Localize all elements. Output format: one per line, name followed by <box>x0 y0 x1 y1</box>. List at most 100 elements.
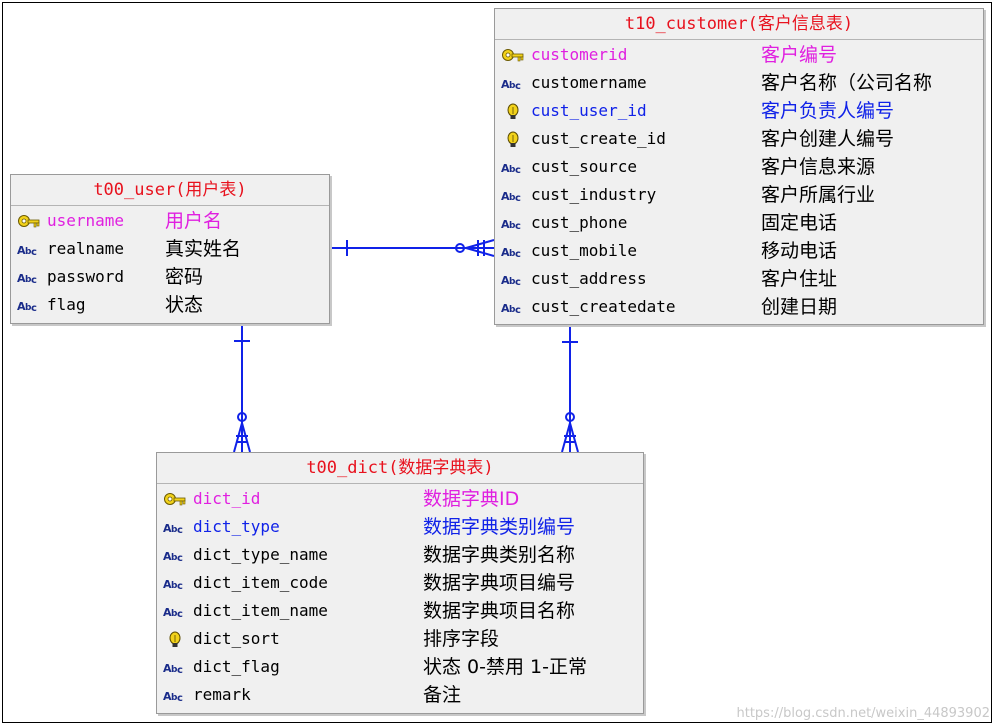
text-type-icon: Abc <box>163 658 187 676</box>
field-row[interactable]: Ab c dict_flag 状态 0-禁用 1-正常 <box>157 653 643 681</box>
field-description: 用户名 <box>165 210 223 232</box>
svg-text:c: c <box>177 665 183 676</box>
watermark: https://blog.csdn.net/weixin_44893902 <box>736 706 990 721</box>
field-row[interactable]: Ab c cust_phone 固定电话 <box>495 209 983 237</box>
entity-title: t00_dict(数据字典表) <box>157 453 643 484</box>
svg-text:c: c <box>515 165 521 176</box>
field-description: 数据字典类别名称 <box>423 544 576 566</box>
field-description: 移动电话 <box>761 240 838 262</box>
field-description: 排序字段 <box>423 628 500 650</box>
field-name: remark <box>193 685 251 704</box>
text-type-icon: Abc <box>163 686 187 704</box>
field-name: cust_industry <box>531 185 657 204</box>
field-row[interactable]: username 用户名 <box>11 207 329 235</box>
svg-text:c: c <box>515 277 521 288</box>
field-description: 固定电话 <box>761 212 838 234</box>
svg-text:c: c <box>515 249 521 260</box>
text-type-icon: Abc <box>17 240 41 258</box>
svg-text:c: c <box>515 81 521 92</box>
text-type-icon: Abc <box>501 186 525 204</box>
field-description: 客户住址 <box>761 268 838 290</box>
field-row[interactable]: Ab c cust_address 客户住址 <box>495 265 983 293</box>
field-name: dict_type <box>193 517 280 536</box>
field-row[interactable]: Ab c remark 备注 <box>157 681 643 709</box>
text-type-icon: Abc <box>501 270 525 288</box>
svg-text:c: c <box>177 525 183 536</box>
entity-customer[interactable]: t10_customer(客户信息表) customerid 客户编号 Ab c cus… <box>494 8 984 325</box>
text-type-icon: Abc <box>163 574 187 592</box>
field-name: cust_user_id <box>531 101 647 120</box>
field-row[interactable]: dict_id 数据字典ID <box>157 485 643 513</box>
field-row[interactable]: customerid 客户编号 <box>495 41 983 69</box>
text-type-icon: Abc <box>501 298 525 316</box>
field-row[interactable]: Ab c flag 状态 <box>11 291 329 319</box>
field-name: dict_item_code <box>193 573 328 592</box>
field-name: customername <box>531 73 647 92</box>
field-name: dict_id <box>193 489 261 508</box>
text-type-icon: Abc <box>501 158 525 176</box>
field-name: cust_mobile <box>531 241 637 260</box>
field-name: cust_source <box>531 157 637 176</box>
svg-text:c: c <box>515 193 521 204</box>
field-row[interactable]: dict_sort 排序字段 <box>157 625 643 653</box>
field-row[interactable]: Ab c cust_industry 客户所属行业 <box>495 181 983 209</box>
text-type-icon: Abc <box>163 602 187 620</box>
field-description: 数据字典类别编号 <box>423 516 576 538</box>
svg-text:c: c <box>177 581 183 592</box>
svg-text:c: c <box>177 609 183 620</box>
text-type-icon: Abc <box>501 214 525 232</box>
svg-text:c: c <box>515 221 521 232</box>
lightbulb-icon <box>501 130 525 148</box>
field-description: 状态 <box>165 294 204 316</box>
field-name: dict_type_name <box>193 545 328 564</box>
field-row[interactable]: Ab c cust_createdate 创建日期 <box>495 293 983 321</box>
svg-text:c: c <box>177 553 183 564</box>
field-description: 数据字典项目名称 <box>423 600 576 622</box>
field-name: cust_create_id <box>531 129 666 148</box>
field-name: dict_item_name <box>193 601 328 620</box>
svg-text:c: c <box>31 247 37 258</box>
field-name: username <box>47 211 125 230</box>
field-row[interactable]: Ab c dict_item_name 数据字典项目名称 <box>157 597 643 625</box>
entity-dict[interactable]: t00_dict(数据字典表) dict_id 数据字典ID Ab c dict_typ… <box>156 452 644 714</box>
svg-text:c: c <box>31 303 37 314</box>
field-name: cust_phone <box>531 213 628 232</box>
field-name: password <box>47 267 125 286</box>
field-row[interactable]: cust_create_id 客户创建人编号 <box>495 125 983 153</box>
field-row[interactable]: Ab c dict_item_code 数据字典项目编号 <box>157 569 643 597</box>
entity-title: t10_customer(客户信息表) <box>495 9 983 40</box>
field-row[interactable]: Ab c cust_mobile 移动电话 <box>495 237 983 265</box>
entity-user[interactable]: t00_user(用户表) username 用户名 Ab c realname 真实姓名… <box>10 174 330 324</box>
field-name: dict_sort <box>193 629 280 648</box>
field-description: 备注 <box>423 684 462 706</box>
field-row[interactable]: Ab c cust_source 客户信息来源 <box>495 153 983 181</box>
field-name: cust_address <box>531 269 647 288</box>
field-description: 客户负责人编号 <box>761 100 895 122</box>
field-row[interactable]: Ab c password 密码 <box>11 263 329 291</box>
field-description: 客户名称（公司名称 <box>761 72 933 94</box>
field-description: 客户编号 <box>761 44 838 66</box>
field-name: realname <box>47 239 125 258</box>
field-row[interactable]: Ab c dict_type_name 数据字典类别名称 <box>157 541 643 569</box>
field-name: customerid <box>531 45 628 64</box>
key-icon <box>17 212 41 230</box>
svg-text:c: c <box>177 693 183 704</box>
text-type-icon: Abc <box>163 546 187 564</box>
field-row[interactable]: Ab c customername 客户名称（公司名称 <box>495 69 983 97</box>
text-type-icon: Abc <box>501 242 525 260</box>
text-type-icon: Abc <box>501 74 525 92</box>
field-description: 创建日期 <box>761 296 838 318</box>
field-row[interactable]: cust_user_id 客户负责人编号 <box>495 97 983 125</box>
field-description: 客户所属行业 <box>761 184 876 206</box>
field-description: 密码 <box>165 266 204 288</box>
svg-text:c: c <box>515 305 521 316</box>
field-row[interactable]: Ab c realname 真实姓名 <box>11 235 329 263</box>
key-icon <box>501 46 525 64</box>
svg-text:c: c <box>31 275 37 286</box>
field-name: flag <box>47 295 86 314</box>
field-row[interactable]: Ab c dict_type 数据字典类别编号 <box>157 513 643 541</box>
field-description: 数据字典项目编号 <box>423 572 576 594</box>
field-name: cust_createdate <box>531 297 676 316</box>
text-type-icon: Abc <box>17 268 41 286</box>
text-type-icon: Abc <box>163 518 187 536</box>
